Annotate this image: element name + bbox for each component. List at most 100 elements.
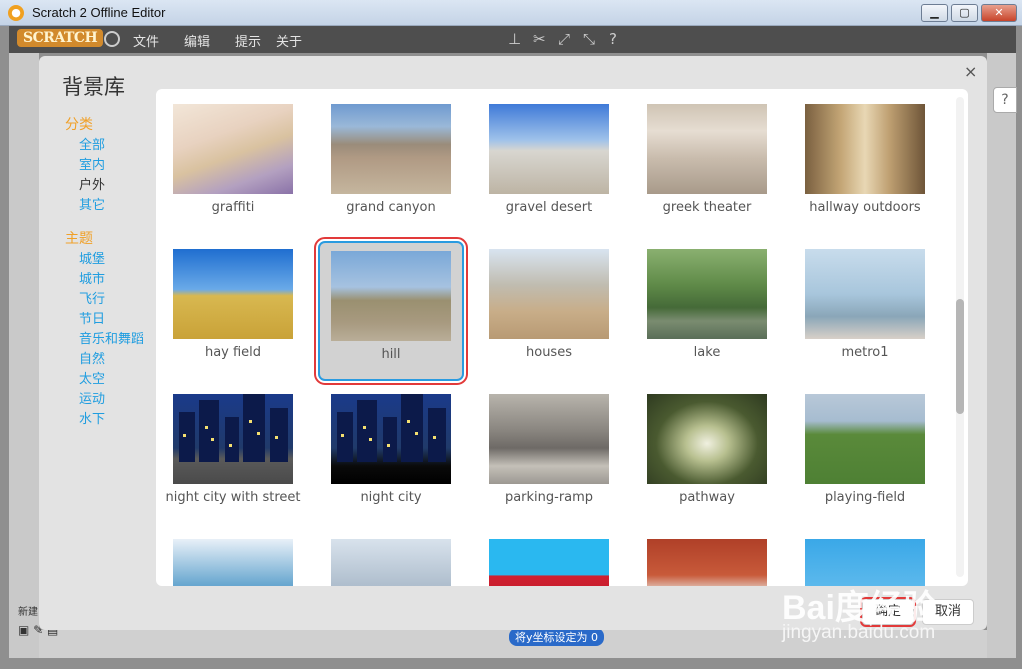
theme-nature[interactable]: 自然 [65,350,157,370]
backdrop-label: grand canyon [346,200,436,215]
backdrop-label: metro1 [841,345,889,360]
backdrop-label: gravel desert [505,200,593,215]
backdrop-thumbnail [173,249,293,339]
maximize-button[interactable]: ▢ [951,4,978,22]
set-y-block[interactable]: 将y坐标设定为 0 [509,628,605,646]
backdrop-thumbnail [489,394,609,484]
backdrop-thumbnail [489,249,609,339]
backdrop-thumbnail [805,539,925,586]
backdrop-thumbnail [331,104,451,194]
menu-file[interactable]: 文件 [133,31,159,50]
duplicate-stamp-icon[interactable]: ⊥ [508,30,521,48]
backdrop-tile-playing-field[interactable]: playing-field [792,384,938,524]
theme-city[interactable]: 城市 [65,270,157,290]
window-titlebar: ● Scratch 2 Offline Editor ▁ ▢ ✕ [0,0,1022,26]
backdrop-label: playing-field [824,490,906,505]
help-question-icon[interactable]: ? [609,30,617,48]
backdrop-thumbnail [331,251,451,341]
set-y-block-value: 0 [591,631,599,644]
category-other[interactable]: 其它 [65,196,157,216]
backdrop-thumbnail [647,104,767,194]
backdrop-label: hallway outdoors [809,200,921,215]
menu-about[interactable]: 关于 [276,31,302,50]
set-y-block-label: 将y坐标设定为 [515,631,588,644]
backdrop-thumbnail [805,394,925,484]
dialog-close-icon[interactable]: × [964,62,977,81]
backdrop-tile-partial[interactable] [476,529,622,586]
close-window-button[interactable]: ✕ [981,4,1017,22]
backdrop-thumbnail [805,104,925,194]
category-outdoors[interactable]: 户外 [65,176,157,196]
minimize-button[interactable]: ▁ [921,4,948,22]
baidu-watermark-url: jingyan.baidu.com [782,622,936,643]
new-sprite-label: 新建 [18,607,38,618]
backdrop-tile-partial[interactable] [792,529,938,586]
backdrop-tile-parking-ramp[interactable]: parking-ramp [476,384,622,524]
category-heading: 分类 [65,117,93,133]
backdrop-tile-pathway[interactable]: pathway [634,384,780,524]
category-all[interactable]: 全部 [65,136,157,156]
theme-underwater[interactable]: 水下 [65,410,157,430]
backdrop-tile-hay-field[interactable]: hay field [160,239,306,379]
menu-tips[interactable]: 提示 [235,31,261,50]
backdrop-thumbnail [805,249,925,339]
category-indoors[interactable]: 室内 [65,156,157,176]
theme-music-dance[interactable]: 音乐和舞蹈 [65,330,157,350]
backdrop-tile-houses[interactable]: houses [476,239,622,379]
backdrop-label: hill [381,347,401,362]
shrink-icon[interactable]: ⤡ [583,30,595,48]
theme-flying[interactable]: 飞行 [65,290,157,310]
backdrop-thumbnail [173,539,293,586]
grow-icon[interactable]: ⤢ [558,30,570,48]
editor-left-panel [9,53,39,658]
backdrop-thumbnail [489,104,609,194]
backdrop-tile-partial[interactable] [634,529,780,586]
backdrop-thumbnail [647,394,767,484]
scrollbar-thumb[interactable] [956,299,964,414]
theme-castle[interactable]: 城堡 [65,250,157,270]
editor-right-panel [987,53,1016,658]
library-sidebar: 分类 全部 室内 户外 其它 主题 城堡 城市 飞行 节日 音乐和舞蹈 自然 太… [65,114,157,430]
backdrop-tile-partial[interactable] [160,529,306,586]
delete-scissors-icon[interactable]: ✂ [533,30,546,48]
backdrop-tile-grand-canyon[interactable]: grand canyon [318,94,464,234]
menu-edit[interactable]: 编辑 [184,31,210,50]
theme-space[interactable]: 太空 [65,370,157,390]
backdrop-thumbnail [647,249,767,339]
backdrop-tile-hallway-outdoors[interactable]: hallway outdoors [792,94,938,234]
backdrop-label: night city [360,490,422,505]
backdrop-thumbnail [173,394,293,484]
backdrop-tile-lake[interactable]: lake [634,239,780,379]
window-title: Scratch 2 Offline Editor [32,5,166,20]
backdrop-thumbnail [647,539,767,586]
scratch-menubar: SCRATCH 文件 编辑 提示 关于 ⊥ ✂ ⤢ ⤡ ? [9,26,1016,53]
backdrop-label: night city with street [165,490,301,505]
backdrop-tile-metro1[interactable]: metro1 [792,239,938,379]
scratch-cat-icon: ● [8,5,24,21]
backdrop-tile-gravel-desert[interactable]: gravel desert [476,94,622,234]
language-globe-icon[interactable] [104,31,120,47]
theme-holiday[interactable]: 节日 [65,310,157,330]
backdrop-label: graffiti [211,200,255,215]
backdrop-thumbnail [173,104,293,194]
backdrop-tile-partial[interactable] [318,529,464,586]
backdrop-label: hay field [204,345,262,360]
backdrop-tile-greek-theater[interactable]: greek theater [634,94,780,234]
theme-sports[interactable]: 运动 [65,390,157,410]
backdrop-grid: graffiti grand canyon gravel desert gree… [156,89,968,586]
backdrop-tile-night-city[interactable]: night city [318,384,464,524]
backdrop-library-dialog: 背景库 × 分类 全部 室内 户外 其它 主题 城堡 城市 飞行 节日 音乐和舞… [39,56,987,630]
backdrop-label: parking-ramp [504,490,594,505]
backdrop-tile-graffiti[interactable]: graffiti [160,94,306,234]
backdrop-tile-hill[interactable]: hill [314,237,468,385]
backdrop-thumbnail [331,539,451,586]
theme-heading: 主题 [65,231,93,247]
backdrop-label: pathway [679,490,735,505]
scratch-logo[interactable]: SCRATCH [17,29,104,47]
dialog-title: 背景库 [62,75,125,99]
backdrop-label: houses [526,345,572,360]
backdrop-label: greek theater [662,200,752,215]
backdrop-tile-night-city-with-street[interactable]: night city with street [160,384,306,524]
help-tab-icon[interactable]: ? [993,87,1017,113]
backdrop-thumbnail [489,539,609,586]
